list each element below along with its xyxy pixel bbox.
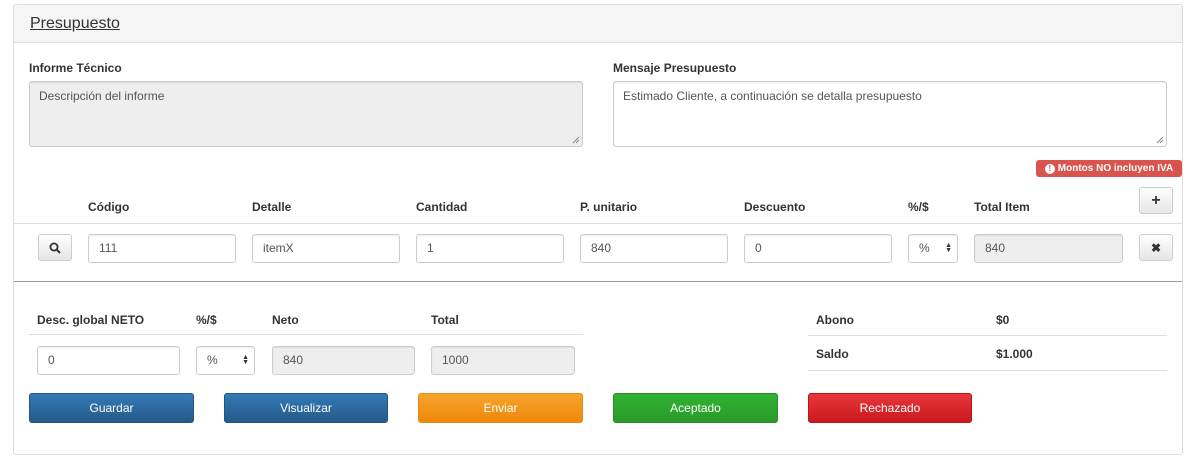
- select-caret-icon: ▲ ▼: [945, 242, 952, 254]
- header-desc-global: Desc. global NETO: [37, 313, 145, 327]
- panel-heading: Presupuesto: [14, 5, 1182, 43]
- header-descuento: Descuento: [744, 200, 806, 214]
- header-summary-tipo: %/$: [196, 313, 217, 327]
- header-codigo: Código: [88, 200, 130, 214]
- desc-global-tipo-value: %: [207, 353, 218, 367]
- items-section-divider: [14, 281, 1182, 282]
- resize-grip-icon[interactable]: [572, 136, 580, 144]
- add-item-button[interactable]: +: [1139, 187, 1173, 214]
- item-tipo-value: %: [919, 241, 930, 255]
- item-unitario-input[interactable]: 840: [580, 234, 728, 263]
- summary-header-divider: [29, 334, 583, 335]
- informe-label: Informe Técnico: [29, 61, 122, 75]
- saldo-value: $1.000: [996, 347, 1033, 361]
- header-total-item: Total Item: [974, 200, 1030, 214]
- rechazado-button[interactable]: Rechazado: [808, 393, 972, 423]
- item-descuento-input[interactable]: 0: [744, 234, 892, 263]
- informe-placeholder: Descripción del informe: [39, 89, 165, 103]
- select-caret-icon: ▲ ▼: [242, 354, 249, 366]
- aceptado-button[interactable]: Aceptado: [613, 393, 778, 423]
- neto-output: 840: [272, 346, 415, 375]
- balance-divider-1: [808, 335, 1167, 336]
- item-tipo-select[interactable]: % ▲ ▼: [908, 234, 958, 263]
- mensaje-textarea[interactable]: Estimado Cliente, a continuación se deta…: [613, 81, 1167, 147]
- items-header-divider: [14, 223, 1182, 224]
- header-detalle: Detalle: [252, 200, 292, 214]
- abono-label: Abono: [816, 313, 854, 327]
- plus-icon: +: [1151, 191, 1161, 209]
- header-cantidad: Cantidad: [416, 200, 468, 214]
- header-total: Total: [431, 313, 459, 327]
- exclamation-circle-icon: !: [1044, 163, 1055, 174]
- mensaje-text: Estimado Cliente, a continuación se deta…: [623, 89, 922, 103]
- resize-grip-icon[interactable]: [1156, 136, 1164, 144]
- item-cantidad-input[interactable]: 1: [416, 234, 564, 263]
- balance-divider-2: [808, 370, 1167, 371]
- iva-warning-text: Montos NO incluyen IVA: [1057, 163, 1174, 174]
- close-icon: ✖: [1150, 240, 1162, 255]
- saldo-label: Saldo: [816, 347, 849, 361]
- total-output: 1000: [431, 346, 575, 375]
- header-tipo: %/$: [908, 200, 929, 214]
- mensaje-label: Mensaje Presupuesto: [613, 61, 737, 75]
- visualizar-button[interactable]: Visualizar: [224, 393, 388, 423]
- iva-warning-badge: ! Montos NO incluyen IVA: [1036, 160, 1182, 177]
- informe-textarea[interactable]: Descripción del informe: [29, 81, 583, 147]
- header-unitario: P. unitario: [580, 200, 638, 214]
- guardar-button[interactable]: Guardar: [29, 393, 194, 423]
- desc-global-input[interactable]: 0: [37, 346, 180, 375]
- header-neto: Neto: [272, 313, 299, 327]
- enviar-button[interactable]: Enviar: [418, 393, 583, 423]
- abono-value: $0: [996, 313, 1010, 327]
- search-icon: [49, 242, 61, 254]
- item-detalle-input[interactable]: itemX: [252, 234, 400, 263]
- remove-item-button[interactable]: ✖: [1139, 234, 1173, 261]
- budget-panel: Presupuesto: [13, 4, 1183, 455]
- item-total-output: 840: [974, 234, 1123, 263]
- item-codigo-input[interactable]: 111: [88, 234, 236, 263]
- desc-global-tipo-select[interactable]: % ▲ ▼: [196, 346, 255, 375]
- panel-title: Presupuesto: [30, 15, 120, 32]
- search-item-button[interactable]: [38, 234, 72, 261]
